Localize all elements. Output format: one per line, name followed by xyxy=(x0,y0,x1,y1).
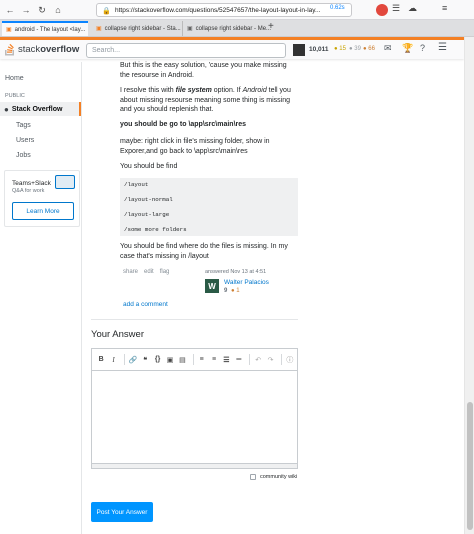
editor-resize-grip[interactable] xyxy=(91,464,298,469)
post-answer-button[interactable]: Post Your Answer xyxy=(91,502,153,522)
logo-text-overflow: overflow xyxy=(40,43,80,55)
scrollbar-thumb[interactable] xyxy=(467,402,473,530)
user-signature: answered Nov 13 at 4:51 W Walter Palacio… xyxy=(204,269,298,299)
reputation: 10,011 xyxy=(309,46,329,53)
forward-icon[interactable]: → xyxy=(20,4,32,16)
answer-paragraph: You should be find xyxy=(120,163,178,170)
silver-badges: ● 39 xyxy=(349,46,361,52)
toolbar-separator xyxy=(280,354,282,365)
quote-icon[interactable]: ❝ xyxy=(140,354,150,365)
teams-subtitle: Q&A for work xyxy=(12,188,45,194)
italic-icon[interactable]: I xyxy=(108,354,118,365)
so-favicon-icon: ▣ xyxy=(6,27,12,33)
bold-icon[interactable]: B xyxy=(96,354,106,365)
sidebar-item-jobs[interactable]: Jobs xyxy=(0,148,81,162)
answer-paragraph: I resolve this with file system option. … xyxy=(120,87,291,113)
new-tab-button[interactable]: + xyxy=(268,21,274,32)
sidebar-item-tags[interactable]: Tags xyxy=(0,118,81,132)
reload-icon[interactable]: ↻ xyxy=(36,4,48,16)
page-scrollbar[interactable] xyxy=(464,37,474,534)
answer-paragraph: But this is the easy solution, 'cause yo… xyxy=(120,62,287,79)
gold-badges: ● 15 xyxy=(334,46,346,52)
add-comment-link[interactable]: add a comment xyxy=(123,301,168,308)
community-wiki-label: community wiki xyxy=(260,474,298,480)
extension-icon[interactable] xyxy=(376,4,388,16)
teams-title: Teams+Slack xyxy=(12,180,51,187)
answers-divider xyxy=(91,319,298,320)
achievements-icon[interactable]: 🏆 xyxy=(402,43,413,54)
ordered-list-icon[interactable]: ≡ xyxy=(197,354,207,365)
unordered-list-icon[interactable]: ≡ xyxy=(209,354,219,365)
so-logo-icon xyxy=(5,43,14,56)
answered-time: answered Nov 13 at 4:51 xyxy=(205,269,267,275)
hr-icon[interactable]: ═ xyxy=(234,354,244,365)
user-avatar[interactable]: W xyxy=(205,279,219,293)
help-icon[interactable]: ⓘ xyxy=(285,354,295,365)
left-sidebar: Home PUBLIC ● Stack Overflow Tags Users … xyxy=(0,62,82,534)
link-icon[interactable]: 🔗 xyxy=(128,354,138,365)
search-input[interactable]: Search... xyxy=(86,43,286,58)
zoom-badge[interactable]: 0.62s xyxy=(330,5,345,11)
home-icon[interactable]: ⌂ xyxy=(52,4,64,16)
toolbar-separator xyxy=(123,354,125,365)
toolbar-separator xyxy=(249,354,250,365)
community-wiki-checkbox[interactable] xyxy=(250,474,256,480)
chat-bubble-icon xyxy=(55,175,75,189)
sidebar-item-stack-overflow[interactable]: ● Stack Overflow xyxy=(0,102,81,116)
library-icon[interactable]: ☰ xyxy=(392,3,400,14)
bronze-badges: ● 66 xyxy=(363,46,375,52)
image-icon[interactable]: ▣ xyxy=(165,354,175,365)
browser-toolbar: ← → ↻ ⌂ 🔒 https://stackoverflow.com/ques… xyxy=(0,0,474,20)
url-text: https://stackoverflow.com/questions/5254… xyxy=(115,6,321,14)
redo-icon[interactable]: ↷ xyxy=(265,354,275,365)
tab-android[interactable]: ▣ android - The layout <lay... xyxy=(2,21,88,36)
answer-paragraph: maybe: right click in file's missing fol… xyxy=(120,138,270,155)
tab-collapse-sidebar-so[interactable]: ▣ collapse right sidebar - Sta... xyxy=(92,21,182,36)
toolbar-separator xyxy=(192,354,194,365)
user-reputation: 9 xyxy=(224,288,228,294)
code-icon[interactable]: {} xyxy=(152,354,162,365)
your-answer-heading: Your Answer xyxy=(91,329,144,340)
logo-text-stack: stack xyxy=(18,43,41,55)
inbox-icon[interactable]: ✉ xyxy=(384,43,392,54)
tab-bar: ▣ android - The layout <lay... ▣ collaps… xyxy=(0,20,474,37)
code-line: /layout-large xyxy=(124,211,170,218)
sidebar-heading-public: PUBLIC xyxy=(5,93,25,99)
snippet-icon[interactable]: ▤ xyxy=(177,354,187,365)
sidebar-item-users[interactable]: Users xyxy=(0,133,81,147)
code-block: /layout /layout-normal /layout-large /so… xyxy=(120,178,298,236)
teams-promo: Teams+Slack Q&A for work Learn More xyxy=(4,170,80,227)
avatar[interactable] xyxy=(293,44,305,56)
sync-icon[interactable]: ☁ xyxy=(408,3,417,14)
so-logo[interactable]: stack overflow xyxy=(4,42,79,56)
editor-toolbar: B I 🔗 ❝ {} ▣ ▤ ≡ ≡ ☰ ═ ↶ ↷ ⓘ xyxy=(91,348,298,370)
help-icon[interactable]: ? xyxy=(420,43,425,53)
learn-more-button[interactable]: Learn More xyxy=(12,202,74,220)
back-icon[interactable]: ← xyxy=(4,4,16,16)
code-line: /layout xyxy=(124,181,149,188)
code-line: /some more folders xyxy=(124,226,187,233)
site-switcher-icon[interactable]: ☰ xyxy=(438,42,447,53)
site-header: stack overflow Search... 10,011 ● 15 ● 39… xyxy=(0,37,464,59)
user-bronze-badges: ● 1 xyxy=(231,288,240,294)
undo-icon[interactable]: ↶ xyxy=(253,354,263,365)
post-menu: share edit flag xyxy=(123,269,169,275)
code-line: /layout-normal xyxy=(124,196,173,203)
answer-textarea[interactable] xyxy=(91,370,298,464)
so-favicon-icon: ▣ xyxy=(96,26,102,32)
tab-collapse-sidebar-meta[interactable]: ▣ collapse right sidebar - Me... xyxy=(182,21,272,36)
share-link[interactable]: share xyxy=(123,269,138,275)
menu-icon[interactable]: ≡ xyxy=(442,3,447,13)
heading-icon[interactable]: ☰ xyxy=(221,354,231,365)
answer-paragraph: You should be find where do the files is… xyxy=(120,243,288,260)
answer-paragraph-bold: you should be go to \app\src\main\res xyxy=(120,121,247,128)
lock-icon: 🔒 xyxy=(102,8,111,15)
sidebar-item-home[interactable]: Home xyxy=(0,71,81,85)
user-name-link[interactable]: Walter Palacios xyxy=(224,279,269,286)
globe-icon: ● xyxy=(4,104,9,114)
url-bar[interactable]: 🔒 https://stackoverflow.com/questions/52… xyxy=(96,3,352,17)
flag-link[interactable]: flag xyxy=(160,269,170,275)
meta-favicon-icon: ▣ xyxy=(187,26,193,32)
edit-link[interactable]: edit xyxy=(144,269,154,275)
